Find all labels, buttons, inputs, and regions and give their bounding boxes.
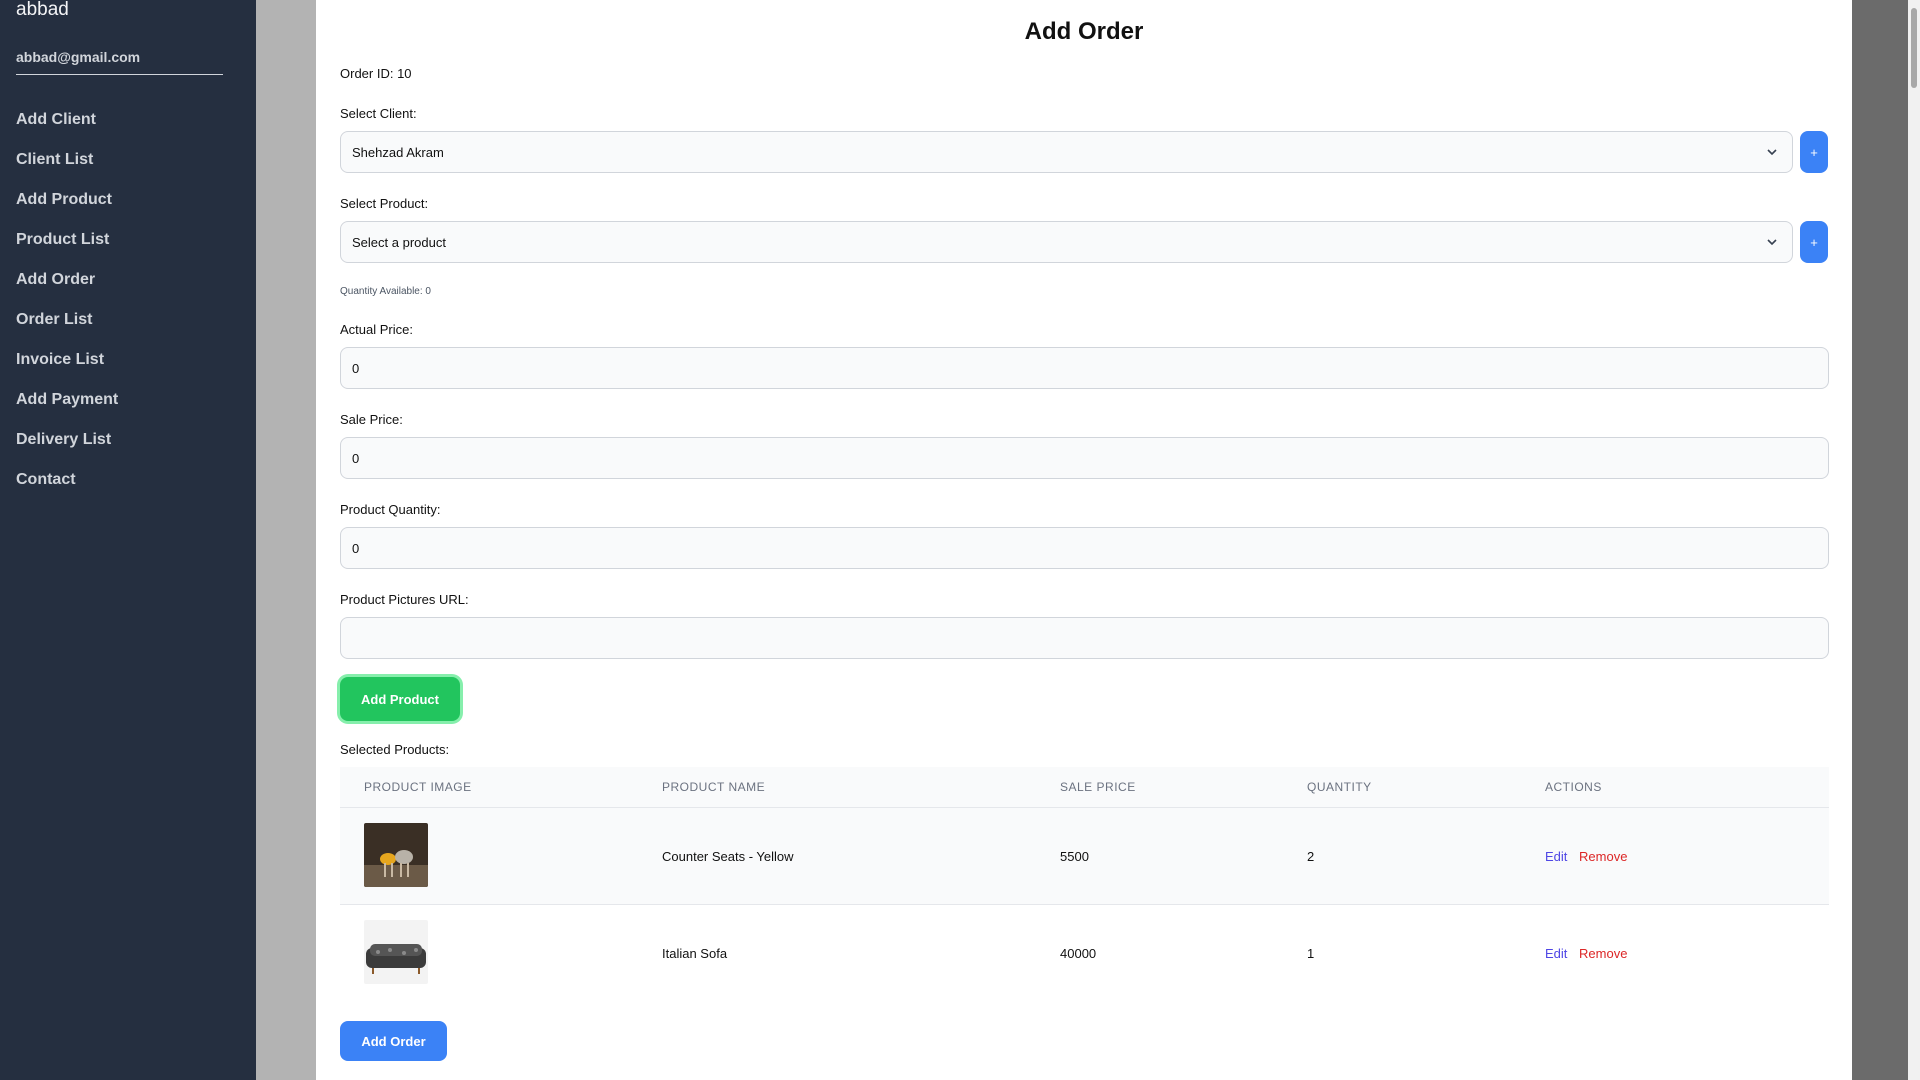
sidebar-item-add-order[interactable]: Add Order bbox=[16, 260, 118, 300]
chevron-down-icon bbox=[1767, 239, 1777, 246]
sale-price-label: Sale Price: bbox=[340, 412, 403, 427]
sidebar-menu: Add Client Client List Add Product Produ… bbox=[16, 100, 118, 500]
product-select-value: Select a product bbox=[352, 234, 446, 250]
header-sale-price: SALE PRICE bbox=[1060, 780, 1136, 794]
selected-products-label: Selected Products: bbox=[340, 742, 450, 757]
sale-price: 5500 bbox=[1060, 848, 1089, 864]
product-select[interactable]: Select a product bbox=[340, 221, 1793, 263]
product-thumbnail-chairs bbox=[364, 822, 428, 887]
sidebar-item-client-list[interactable]: Client List bbox=[16, 140, 118, 180]
sidebar-username: abbad bbox=[16, 0, 69, 20]
table-header: PRODUCT IMAGE PRODUCT NAME SALE PRICE QU… bbox=[340, 767, 1829, 807]
table-row: Italian Sofa 40000 1 Edit Remove bbox=[340, 904, 1829, 1001]
quantity: 1 bbox=[1307, 945, 1315, 961]
product-label: Select Product: bbox=[340, 196, 429, 211]
product-name: Italian Sofa bbox=[662, 945, 728, 961]
add-order-button[interactable]: Add Order bbox=[340, 1021, 447, 1061]
edit-link[interactable]: Edit bbox=[1545, 849, 1567, 864]
sidebar-item-delivery-list[interactable]: Delivery List bbox=[16, 420, 118, 460]
client-select[interactable]: Shehzad Akram bbox=[340, 131, 1793, 173]
scrollbar-thumb[interactable] bbox=[1911, 8, 1917, 88]
product-quantity-value: 0 bbox=[352, 540, 360, 556]
add-order-panel: Add Order Order ID: 10 Select Client: Sh… bbox=[316, 0, 1852, 1080]
actual-price-input[interactable]: 0 bbox=[340, 347, 1829, 389]
order-id: Order ID: 10 bbox=[340, 66, 412, 81]
pictures-url-label: Product Pictures URL: bbox=[340, 592, 469, 607]
product-quantity-input[interactable]: 0 bbox=[340, 527, 1829, 569]
header-product-name: PRODUCT NAME bbox=[662, 780, 766, 794]
sale-price: 40000 bbox=[1060, 945, 1097, 961]
sidebar-item-contact[interactable]: Contact bbox=[16, 460, 118, 500]
product-thumbnail-sofa bbox=[364, 919, 428, 984]
sidebar-item-add-product[interactable]: Add Product bbox=[16, 180, 118, 220]
product-image-cell bbox=[340, 919, 662, 987]
client-select-value: Shehzad Akram bbox=[352, 144, 444, 160]
remove-link[interactable]: Remove bbox=[1579, 946, 1627, 961]
add-product-button[interactable]: Add Product bbox=[340, 677, 460, 721]
actions-cell: Edit Remove bbox=[1545, 946, 1829, 961]
scrollbar-track[interactable] bbox=[1908, 0, 1920, 1080]
quantity-available: Quantity Available: 0 bbox=[340, 286, 431, 297]
sale-price-value: 0 bbox=[352, 450, 360, 466]
header-actions: ACTIONS bbox=[1545, 780, 1602, 794]
sidebar-item-order-list[interactable]: Order List bbox=[16, 300, 118, 340]
page-title: Add Order bbox=[1024, 18, 1144, 45]
sidebar-item-product-list[interactable]: Product List bbox=[16, 220, 118, 260]
header-quantity: QUANTITY bbox=[1307, 780, 1372, 794]
header-product-image: PRODUCT IMAGE bbox=[364, 780, 472, 794]
sidebar-item-add-client[interactable]: Add Client bbox=[16, 100, 118, 140]
edit-link[interactable]: Edit bbox=[1545, 946, 1567, 961]
product-image-cell bbox=[340, 822, 662, 890]
sidebar: abbad abbad@gmail.com Add Client Client … bbox=[0, 0, 256, 1080]
pictures-url-input[interactable] bbox=[340, 617, 1829, 659]
add-client-button[interactable]: + bbox=[1800, 131, 1828, 173]
sale-price-input[interactable]: 0 bbox=[340, 437, 1829, 479]
sidebar-divider bbox=[16, 74, 223, 75]
product-quantity-label: Product Quantity: bbox=[340, 502, 441, 517]
sidebar-item-add-payment[interactable]: Add Payment bbox=[16, 380, 118, 420]
client-label: Select Client: bbox=[340, 106, 417, 121]
chevron-down-icon bbox=[1767, 149, 1777, 156]
table-row: Counter Seats - Yellow 5500 2 Edit Remov… bbox=[340, 807, 1829, 904]
actions-cell: Edit Remove bbox=[1545, 849, 1829, 864]
selected-products-table: PRODUCT IMAGE PRODUCT NAME SALE PRICE QU… bbox=[340, 767, 1829, 1001]
sidebar-item-invoice-list[interactable]: Invoice List bbox=[16, 340, 118, 380]
actual-price-label: Actual Price: bbox=[340, 322, 413, 337]
actual-price-value: 0 bbox=[352, 360, 360, 376]
sidebar-email: abbad@gmail.com bbox=[16, 49, 141, 65]
remove-link[interactable]: Remove bbox=[1579, 849, 1627, 864]
product-name: Counter Seats - Yellow bbox=[662, 848, 794, 864]
add-product-shortcut-button[interactable]: + bbox=[1800, 221, 1828, 263]
quantity: 2 bbox=[1307, 848, 1315, 864]
